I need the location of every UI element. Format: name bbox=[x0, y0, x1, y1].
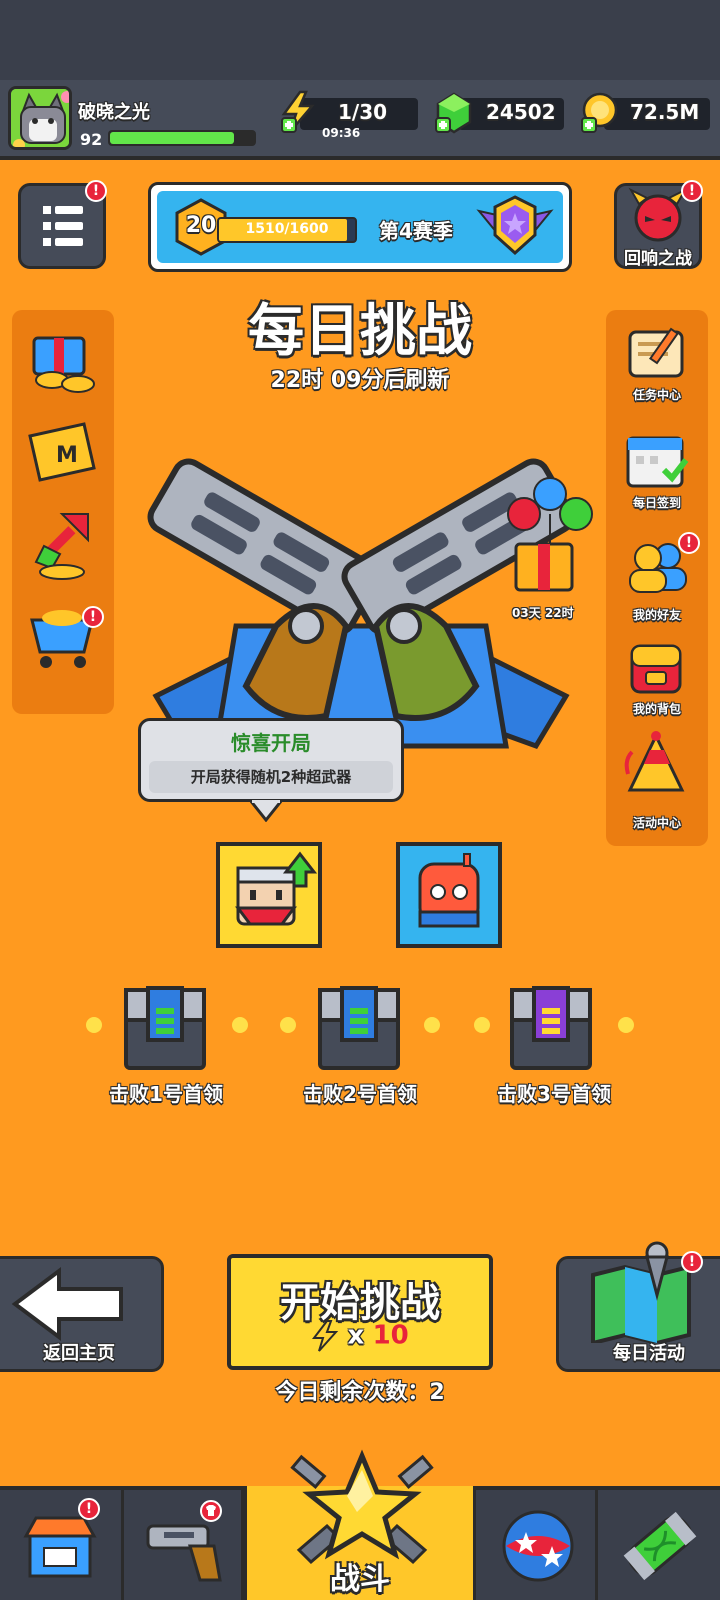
green-gem-icon[interactable] bbox=[434, 90, 474, 134]
shop-alert-badge: ! bbox=[78, 1498, 100, 1520]
path-dot bbox=[86, 1017, 102, 1033]
gold-coin-icon[interactable] bbox=[580, 90, 620, 134]
season-label: 第4赛季 bbox=[379, 219, 453, 243]
tab-battle-label: 战斗 bbox=[330, 1562, 390, 1597]
hero-upgrade-icon bbox=[235, 851, 318, 926]
red-robot-icon bbox=[418, 853, 480, 928]
echo-battle-label: 回响之战 bbox=[624, 249, 692, 269]
perk-tooltip: 惊喜开局 开局获得随机2种超武器 bbox=[138, 718, 404, 802]
battle-star-icon bbox=[290, 1449, 434, 1565]
rail-label-friends: 我的好友 bbox=[632, 608, 681, 622]
back-home-label: 返回主页 bbox=[43, 1343, 115, 1364]
lightning-icon bbox=[312, 1320, 339, 1352]
player-name: 破晓之光 bbox=[78, 102, 150, 123]
energy-timer: 09:36 bbox=[322, 126, 361, 140]
menu-alert-badge: ! bbox=[85, 180, 107, 202]
path-dot bbox=[280, 1017, 296, 1033]
tooltip-body: 开局获得随机2种超武器 bbox=[149, 761, 393, 793]
xp-bar bbox=[108, 130, 256, 146]
tooltip-title: 惊喜开局 bbox=[231, 731, 311, 755]
season-panel[interactable]: 20 1510/1600 第4赛季 bbox=[148, 182, 572, 272]
cost-prefix: x bbox=[347, 1320, 365, 1351]
tab-weapons[interactable] bbox=[124, 1490, 244, 1600]
path-dot bbox=[618, 1017, 634, 1033]
gift-countdown: 03天 22时 bbox=[512, 606, 574, 620]
modifier-card[interactable] bbox=[396, 842, 502, 948]
svg-text:M: M bbox=[56, 443, 78, 468]
boss-2-label: 击败2号首领 bbox=[303, 1082, 417, 1106]
tab-capsule[interactable] bbox=[598, 1490, 720, 1600]
xp-bar-fill bbox=[110, 132, 234, 144]
left-rail: M ! bbox=[12, 310, 114, 714]
coins-value: 72.5M bbox=[630, 100, 700, 124]
boss-1-label: 击败1号首领 bbox=[109, 1082, 223, 1106]
start-challenge-button[interactable]: 开始挑战 x 10 bbox=[227, 1254, 493, 1370]
treasure-map-icon bbox=[591, 1241, 691, 1343]
tab-battle[interactable]: 战斗 bbox=[244, 1449, 476, 1600]
echo-battle-button[interactable]: 回响之战 ! bbox=[614, 180, 703, 269]
friends-alert-badge: ! bbox=[678, 532, 700, 554]
scroll-icon[interactable] bbox=[620, 324, 692, 382]
tooltip-pointer bbox=[250, 800, 282, 822]
rail-label-backpack: 我的背包 bbox=[632, 702, 681, 716]
boss-1-chest-icon[interactable] bbox=[122, 986, 208, 1072]
boss-2-chest-icon[interactable] bbox=[316, 986, 402, 1072]
remaining-attempts: 今日剩余次数：2 bbox=[275, 1380, 445, 1405]
rail-label-events: 活动中心 bbox=[632, 816, 681, 830]
boss-3-chest-icon[interactable] bbox=[508, 986, 594, 1072]
rail-label-signin: 每日签到 bbox=[632, 496, 681, 510]
cost-value: 10 bbox=[372, 1320, 409, 1351]
gem-growth-icon[interactable] bbox=[22, 506, 102, 582]
shirt-badge-icon bbox=[200, 1500, 222, 1522]
season-progress-text: 1510/1600 bbox=[245, 221, 329, 237]
rail-label-tasks: 任务中心 bbox=[632, 388, 681, 402]
calendar-icon[interactable] bbox=[620, 430, 692, 490]
gift-coins-icon[interactable] bbox=[22, 324, 102, 396]
player-avatar[interactable] bbox=[8, 86, 72, 150]
tab-talents[interactable] bbox=[476, 1490, 598, 1600]
path-dot bbox=[474, 1017, 490, 1033]
cart-alert-badge: ! bbox=[82, 606, 104, 628]
right-rail: 任务中心 每日签到 ! 我的好友 我的背包 活动中心 bbox=[606, 310, 708, 846]
path-dot bbox=[232, 1017, 248, 1033]
boss-3-label: 击败3号首领 bbox=[497, 1082, 611, 1106]
lightning-plus-icon[interactable] bbox=[278, 90, 318, 134]
gems-value: 24502 bbox=[486, 100, 556, 124]
season-progress-bar: 1510/1600 bbox=[217, 217, 357, 243]
season-rank-badge-icon bbox=[476, 195, 554, 256]
menu-button[interactable]: ! bbox=[18, 180, 107, 269]
top-bar: 破晓之光 92 1/30 09:36 24502 72.5M bbox=[0, 80, 720, 160]
star-orb-icon bbox=[502, 1510, 574, 1582]
back-arrow-icon bbox=[11, 1267, 123, 1341]
backpack-icon[interactable] bbox=[620, 636, 692, 696]
start-cost: x 10 bbox=[231, 1320, 489, 1352]
back-home-button[interactable]: 返回主页 bbox=[0, 1256, 164, 1372]
dna-capsule-icon bbox=[623, 1511, 697, 1581]
path-dot bbox=[424, 1017, 440, 1033]
echo-alert-badge: ! bbox=[681, 180, 703, 202]
daily-alert-badge: ! bbox=[681, 1251, 703, 1273]
daily-activity-button[interactable]: 每日活动 ! bbox=[556, 1241, 720, 1372]
energy-value: 1/30 bbox=[338, 100, 388, 124]
tab-shop[interactable]: ! bbox=[0, 1490, 124, 1600]
player-level: 92 bbox=[80, 130, 103, 149]
daily-activity-label: 每日活动 bbox=[613, 1343, 685, 1364]
membership-card-icon[interactable]: M bbox=[22, 416, 102, 488]
status-band bbox=[0, 0, 720, 82]
party-hat-icon[interactable] bbox=[620, 730, 692, 800]
cat-avatar-icon bbox=[11, 89, 69, 147]
modifier-card-selected[interactable] bbox=[216, 842, 322, 948]
balloon-gift-icon[interactable] bbox=[506, 474, 596, 610]
season-panel-inner: 20 1510/1600 第4赛季 bbox=[157, 191, 563, 263]
